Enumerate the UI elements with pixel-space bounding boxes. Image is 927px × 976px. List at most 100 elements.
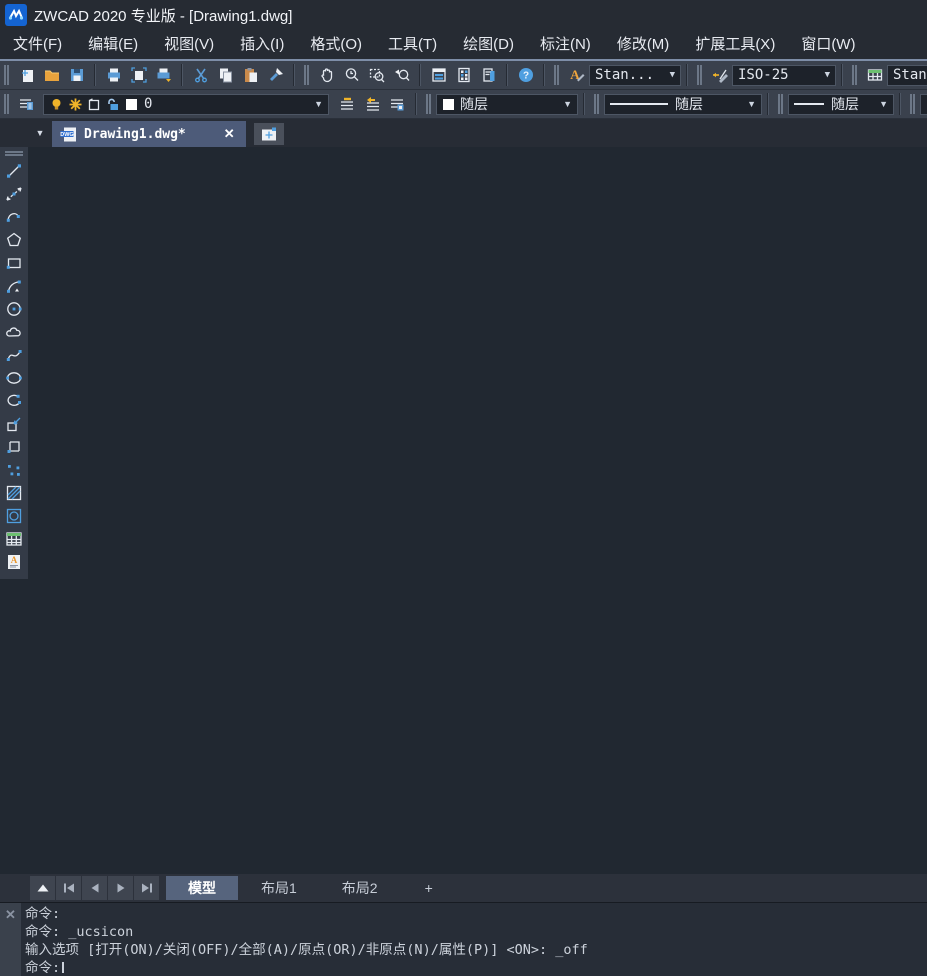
- skip-first-icon: [63, 883, 75, 893]
- tab-layout2[interactable]: 布局2: [320, 876, 400, 900]
- new-drawing-tab-button[interactable]: [254, 123, 284, 145]
- menu-edit[interactable]: 编辑(E): [75, 30, 151, 59]
- polyline-button[interactable]: [0, 205, 28, 228]
- menu-express-tools[interactable]: 扩展工具(X): [682, 30, 788, 59]
- toolbar-grip[interactable]: [4, 65, 9, 85]
- doc-tab-list-button[interactable]: ▼: [30, 121, 50, 145]
- layer-previous-button[interactable]: [360, 92, 385, 117]
- make-object-layer-current-button[interactable]: [335, 92, 360, 117]
- menu-file[interactable]: 文件(F): [0, 30, 75, 59]
- menu-insert[interactable]: 插入(I): [227, 30, 297, 59]
- add-layout-button[interactable]: +: [401, 876, 457, 900]
- dim-style-dropdown[interactable]: ISO-25 ▼: [732, 65, 836, 86]
- toolbar-grip[interactable]: [5, 151, 23, 156]
- next-tab-button[interactable]: [108, 876, 133, 900]
- command-close-icon[interactable]: ✕: [5, 907, 16, 922]
- make-block-button[interactable]: [0, 435, 28, 458]
- previous-tab-button[interactable]: [82, 876, 107, 900]
- circle-button[interactable]: [0, 297, 28, 320]
- doc-tab-drawing1[interactable]: DWG Drawing1.dwg* ✕: [52, 121, 246, 147]
- layout-bar-expand-button[interactable]: [30, 876, 55, 900]
- properties-palette-button[interactable]: [426, 63, 451, 88]
- standard-toolbar: ? A Stan... ▼ ISO-25 ▼ Stan...: [0, 61, 927, 90]
- point-button[interactable]: [0, 458, 28, 481]
- open-button[interactable]: [39, 63, 64, 88]
- text-style-dropdown[interactable]: Stan... ▼: [589, 65, 681, 86]
- insert-block-button[interactable]: [0, 412, 28, 435]
- revision-cloud-button[interactable]: [0, 320, 28, 343]
- toolbar-separator: [293, 64, 295, 86]
- command-history[interactable]: 命令: 命令: _ucsicon 输入选项 [打开(ON)/关闭(OFF)/全部…: [21, 903, 927, 976]
- print-button[interactable]: [101, 63, 126, 88]
- plot-button[interactable]: [151, 63, 176, 88]
- menu-tools[interactable]: 工具(T): [375, 30, 450, 59]
- plot-style-dropdown[interactable]: 随颜色: [920, 94, 927, 115]
- toolbar-grip[interactable]: [594, 94, 599, 114]
- mtext-button[interactable]: A: [0, 550, 28, 573]
- menu-dimension[interactable]: 标注(N): [527, 30, 604, 59]
- text-style-button[interactable]: A: [564, 63, 589, 88]
- zoom-previous-button[interactable]: [389, 63, 414, 88]
- toolbar-grip[interactable]: [4, 94, 9, 114]
- make-layer-current-icon: [338, 95, 357, 114]
- layer-dropdown[interactable]: 0 ▼: [43, 94, 329, 115]
- last-tab-button[interactable]: [134, 876, 159, 900]
- new-button[interactable]: [14, 63, 39, 88]
- layer-states-button[interactable]: [385, 92, 410, 117]
- toolbar-grip[interactable]: [852, 65, 857, 85]
- toolbar-grip[interactable]: [554, 65, 559, 85]
- pan-hand-icon: [318, 66, 336, 84]
- zoom-window-button[interactable]: [364, 63, 389, 88]
- command-prompt: 命令:: [25, 960, 60, 973]
- hatch-button[interactable]: [0, 481, 28, 504]
- command-input[interactable]: 命令:: [25, 959, 927, 973]
- rectangle-button[interactable]: [0, 251, 28, 274]
- ellipse-arc-button[interactable]: [0, 389, 28, 412]
- save-button[interactable]: [64, 63, 89, 88]
- plot-printer-icon: [155, 66, 173, 84]
- match-properties-button[interactable]: [263, 63, 288, 88]
- copy-button[interactable]: [213, 63, 238, 88]
- help-button[interactable]: ?: [513, 63, 538, 88]
- region-button[interactable]: [0, 504, 28, 527]
- table-style-button[interactable]: [862, 63, 887, 88]
- menu-format[interactable]: 格式(O): [297, 30, 375, 59]
- toolbar-grip[interactable]: [778, 94, 783, 114]
- tab-layout1[interactable]: 布局1: [239, 876, 319, 900]
- dim-style-button[interactable]: [707, 63, 732, 88]
- menu-draw[interactable]: 绘图(D): [450, 30, 527, 59]
- tab-model[interactable]: 模型: [166, 876, 238, 900]
- polygon-button[interactable]: [0, 228, 28, 251]
- zoom-realtime-button[interactable]: [339, 63, 364, 88]
- print-preview-button[interactable]: [126, 63, 151, 88]
- pan-button[interactable]: [314, 63, 339, 88]
- drawing-canvas[interactable]: [28, 147, 927, 874]
- arc-button[interactable]: [0, 274, 28, 297]
- paste-button[interactable]: [238, 63, 263, 88]
- menu-window[interactable]: 窗口(W): [788, 30, 868, 59]
- layer-manager-button[interactable]: [14, 92, 39, 117]
- color-dropdown[interactable]: 随层 ▼: [436, 94, 578, 115]
- menu-view[interactable]: 视图(V): [151, 30, 227, 59]
- design-center-button[interactable]: [476, 63, 501, 88]
- lineweight-dropdown[interactable]: 随层 ▼: [788, 94, 894, 115]
- ellipse-button[interactable]: [0, 366, 28, 389]
- svg-text:?: ?: [522, 71, 528, 82]
- construction-line-button[interactable]: [0, 182, 28, 205]
- line-button[interactable]: [0, 159, 28, 182]
- text-style-value: Stan...: [595, 67, 654, 83]
- menu-modify[interactable]: 修改(M): [604, 30, 683, 59]
- toolbar-grip[interactable]: [910, 94, 915, 114]
- tool-palettes-icon: [455, 66, 473, 84]
- tool-palettes-button[interactable]: [451, 63, 476, 88]
- doc-tab-close-icon[interactable]: ✕: [221, 126, 238, 142]
- toolbar-grip[interactable]: [697, 65, 702, 85]
- cut-button[interactable]: [188, 63, 213, 88]
- first-tab-button[interactable]: [56, 876, 81, 900]
- table-style-dropdown[interactable]: Stan...: [887, 65, 927, 86]
- toolbar-grip[interactable]: [304, 65, 309, 85]
- linetype-dropdown[interactable]: 随层 ▼: [604, 94, 762, 115]
- spline-button[interactable]: [0, 343, 28, 366]
- toolbar-grip[interactable]: [426, 94, 431, 114]
- table-button[interactable]: [0, 527, 28, 550]
